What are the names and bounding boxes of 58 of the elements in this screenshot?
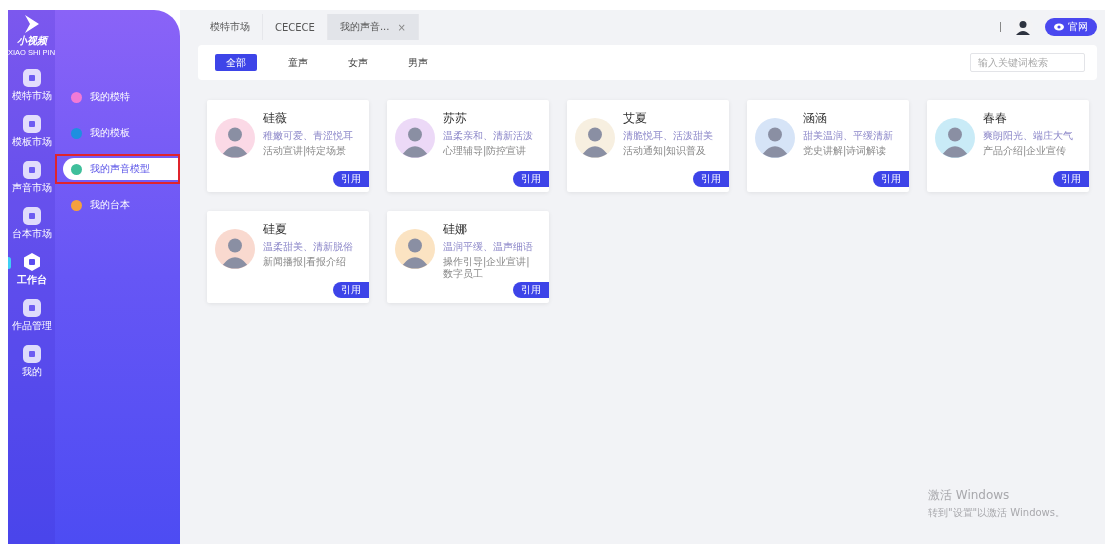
rail-item[interactable]: 我的 bbox=[8, 345, 55, 379]
rail-icon bbox=[22, 207, 41, 225]
search-field[interactable]: 输入关键词检索 bbox=[970, 53, 1085, 72]
submenu-item[interactable]: 我的模板 bbox=[63, 122, 178, 144]
voice-name: 硅娜 bbox=[443, 221, 468, 238]
voice-tags: 党史讲解|诗词解读 bbox=[803, 145, 899, 157]
voice-traits: 温柔甜美、清新脱俗 bbox=[263, 240, 354, 254]
voice-traits: 温柔亲和、清新活泼 bbox=[443, 129, 534, 143]
voice-tags: 心理辅导|防控宣讲 bbox=[443, 145, 539, 157]
rail-item[interactable]: 模特市场 bbox=[8, 69, 55, 103]
rail-item[interactable]: 作品管理 bbox=[8, 299, 55, 333]
rail-item[interactable]: 工作台 bbox=[8, 253, 55, 287]
play-logo-icon bbox=[22, 14, 41, 34]
eye-icon bbox=[1054, 22, 1064, 32]
voice-name: 硅夏 bbox=[263, 221, 288, 238]
use-button[interactable]: 引用 bbox=[873, 171, 909, 187]
voice-name: 春春 bbox=[983, 110, 1008, 127]
rail-icon bbox=[22, 253, 41, 271]
voice-traits: 稚嫩可爱、青涩悦耳 bbox=[263, 129, 354, 143]
use-button[interactable]: 引用 bbox=[513, 282, 549, 298]
submenu-item[interactable]: 我的声音模型 bbox=[63, 158, 178, 180]
voice-name: 涵涵 bbox=[803, 110, 828, 127]
voice-name: 苏苏 bbox=[443, 110, 468, 127]
submenu-item[interactable]: 我的模特 bbox=[63, 86, 178, 108]
filter-button[interactable]: 童声 bbox=[279, 54, 317, 71]
filter-button[interactable]: 女声 bbox=[339, 54, 377, 71]
voice-traits: 爽朗阳光、端庄大气 bbox=[983, 129, 1074, 143]
use-button[interactable]: 引用 bbox=[693, 171, 729, 187]
rail-icon bbox=[22, 161, 41, 179]
use-button[interactable]: 引用 bbox=[333, 282, 369, 298]
voice-tags: 产品介绍|企业宣传 bbox=[983, 145, 1079, 157]
voice-tags: 活动宣讲|特定场景 bbox=[263, 145, 359, 157]
rail-item[interactable]: 声音市场 bbox=[8, 161, 55, 195]
rail-icon bbox=[22, 345, 41, 363]
voice-tags: 操作引导|企业宣讲|数字员工 bbox=[443, 256, 539, 280]
rail-icon bbox=[22, 69, 41, 87]
filter-button[interactable]: 全部 bbox=[215, 54, 257, 71]
activation-title: 激活 Windows bbox=[927, 487, 1011, 504]
voice-name: 艾夏 bbox=[623, 110, 648, 127]
rail-item[interactable]: 模板市场 bbox=[8, 115, 55, 149]
use-button[interactable]: 引用 bbox=[1053, 171, 1089, 187]
website-button[interactable]: 官网 bbox=[1045, 18, 1097, 36]
logo-text: 小视频 bbox=[16, 34, 47, 48]
voice-tags: 新闻播报|看报介绍 bbox=[263, 256, 359, 268]
submenu-item[interactable]: 我的台本 bbox=[63, 194, 178, 216]
rail-item[interactable]: 台本市场 bbox=[8, 207, 55, 241]
rail-icon bbox=[22, 115, 41, 133]
voice-tags: 活动通知|知识普及 bbox=[623, 145, 719, 157]
use-button[interactable]: 引用 bbox=[513, 171, 549, 187]
voice-name: 硅薇 bbox=[263, 110, 288, 127]
voice-traits: 清脆悦耳、活泼甜美 bbox=[623, 129, 714, 143]
voice-traits: 甜美温润、平缓清新 bbox=[803, 129, 894, 143]
rail-icon bbox=[22, 299, 41, 317]
use-button[interactable]: 引用 bbox=[333, 171, 369, 187]
filter-button[interactable]: 男声 bbox=[399, 54, 437, 71]
tab[interactable]: 我的声音... × bbox=[327, 14, 419, 40]
voice-traits: 温润平缓、温声细语 bbox=[443, 240, 534, 254]
activation-hint: 转到"设置"以激活 Windows。 bbox=[927, 506, 1065, 520]
